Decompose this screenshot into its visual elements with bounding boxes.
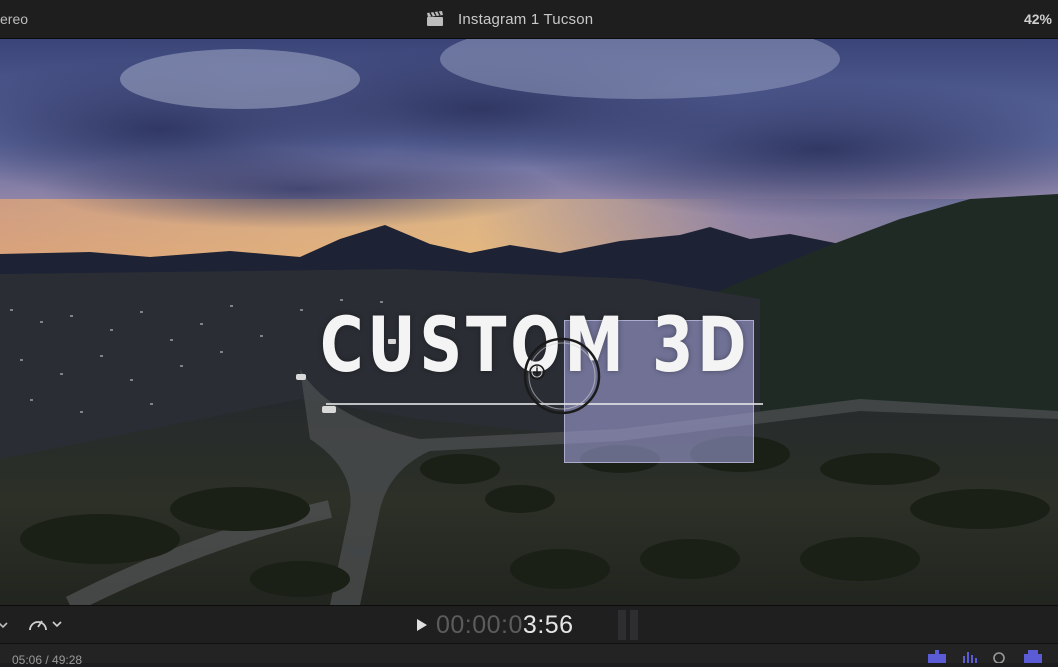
snapping-icon[interactable] — [1022, 650, 1044, 663]
timecode-leading: 00:00:0 — [436, 611, 523, 639]
project-title: Instagram 1 Tucson — [458, 10, 594, 28]
rotate-control-icon[interactable] — [521, 335, 603, 417]
chevron-down-icon — [52, 621, 62, 628]
timeline-header: 05:06 / 49:28 — [0, 643, 1058, 667]
level-meter-left — [618, 610, 626, 640]
playback-control-bar: 00:00:03:56 — [0, 605, 1058, 644]
level-meter-right — [630, 610, 638, 640]
clapperboard-icon — [427, 11, 443, 26]
timeline-tools — [926, 650, 1044, 663]
zoom-icon[interactable] — [992, 650, 1008, 663]
audio-skimming-icon[interactable] — [962, 650, 978, 663]
chevron-down-icon[interactable] — [0, 620, 8, 630]
timeline-duration: 05:06 / 49:28 — [12, 653, 83, 667]
timecode-current: 3:56 — [522, 611, 574, 639]
viewer-top-bar: ereo Instagram 1 Tucson 42% — [0, 0, 1058, 39]
project-title-group: Instagram 1 Tucson — [426, 8, 593, 30]
video-viewer[interactable]: CUSTOM 3D — [0, 39, 1058, 605]
audio-level-meters — [618, 610, 638, 640]
audio-mode-label: ereo — [0, 11, 29, 27]
playback-speed-dropdown[interactable] — [28, 615, 62, 633]
timecode-display[interactable]: 00:00:03:56 — [436, 611, 574, 640]
play-icon[interactable] — [414, 617, 430, 633]
speedometer-icon — [29, 620, 47, 631]
clip-appearance-icon[interactable] — [926, 650, 948, 663]
zoom-level-dropdown[interactable]: 42% — [1024, 11, 1052, 27]
3d-title-text[interactable]: CUSTOM 3D — [320, 307, 746, 383]
